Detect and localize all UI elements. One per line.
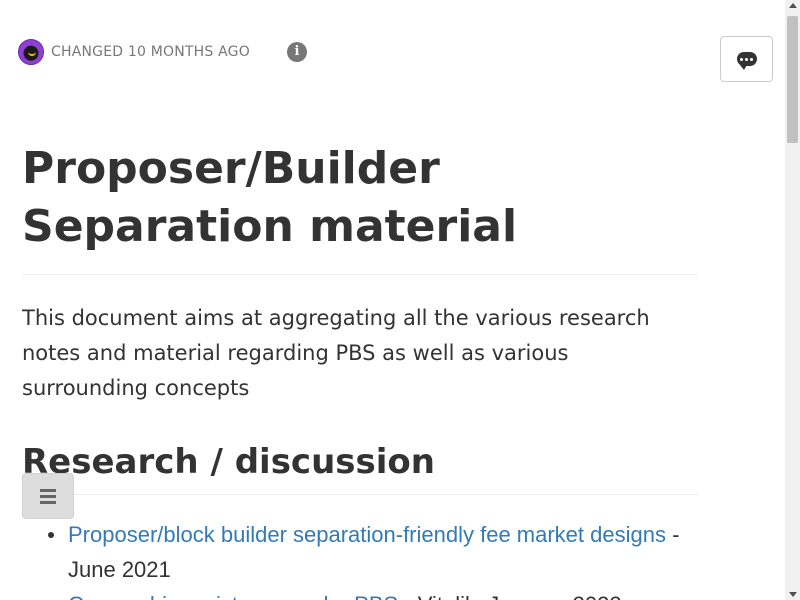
scrollbar-thumb[interactable] — [787, 16, 798, 143]
research-link[interactable]: Censorship resistance under PBS — [68, 592, 398, 600]
document-content: Proposer/Builder Separation material Thi… — [22, 140, 698, 600]
list-icon — [40, 488, 56, 492]
user-avatar[interactable] — [18, 39, 44, 65]
list-item: Censorship resistance under PBS - Vitali… — [68, 587, 698, 600]
comment-button[interactable] — [720, 36, 773, 82]
list-item-suffix: - Vitalik, January 2022 — [398, 592, 621, 600]
section-heading: Research / discussion — [22, 442, 698, 495]
scroll-down-arrow-icon[interactable] — [789, 592, 797, 597]
list-item: Proposer/block builder separation-friend… — [48, 517, 698, 587]
document-title: Proposer/Builder Separation material — [22, 140, 698, 275]
changed-timestamp[interactable]: CHANGED 10 MONTHS AGO — [51, 44, 250, 60]
document-meta-bar: CHANGED 10 MONTHS AGO — [18, 38, 250, 66]
comment-icon — [736, 52, 757, 70]
vertical-scrollbar[interactable] — [785, 0, 800, 600]
research-link[interactable]: Proposer/block builder separation-friend… — [68, 522, 666, 547]
scroll-up-arrow-icon[interactable] — [789, 3, 797, 8]
intro-paragraph: This document aims at aggregating all th… — [22, 306, 650, 400]
table-of-contents-button[interactable] — [22, 473, 74, 519]
research-list: Proposer/block builder separation-friend… — [48, 517, 698, 600]
info-icon[interactable]: i — [287, 42, 307, 62]
